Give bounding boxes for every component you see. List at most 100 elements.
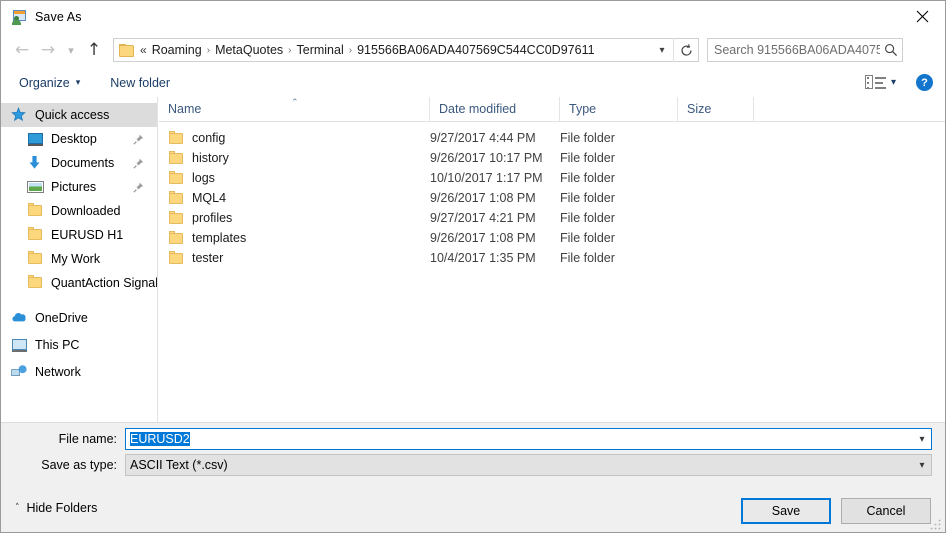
pin-icon[interactable] [133, 134, 144, 145]
folder-icon [27, 251, 44, 267]
file-list-rows: config 9/27/2017 4:44 PM File folder his… [159, 128, 945, 268]
breadcrumb-separator: › [288, 44, 292, 56]
column-header-name[interactable]: ⌃ Name [159, 97, 429, 121]
table-row[interactable]: tester 10/4/2017 1:35 PM File folder [159, 248, 945, 268]
navigation-pane: Quick access Desktop Documents Pictures … [1, 97, 158, 422]
navigation-bar: ← → ▾ ↑ « Roaming › MetaQuotes › Termina… [1, 32, 945, 68]
folder-icon [27, 227, 44, 243]
file-name-row: File name: EURUSD2 ▾ [1, 428, 945, 450]
pictures-icon [27, 179, 44, 195]
chevron-down-icon: ▾ [659, 44, 665, 56]
search-icon [880, 43, 902, 57]
save-as-dialog: Save As ← → ▾ ↑ « Roaming › MetaQuotes ›… [0, 0, 946, 533]
sidebar-item-my-work[interactable]: My Work [1, 247, 157, 271]
sidebar-item-quantaction-signal[interactable]: QuantAction Signal [1, 271, 157, 295]
column-header-type[interactable]: Type [559, 97, 677, 121]
file-name-cell: templates [159, 228, 246, 248]
folder-icon [168, 191, 184, 205]
close-button[interactable] [899, 1, 945, 32]
sidebar-item-label: EURUSD H1 [51, 228, 124, 242]
file-name-label: templates [192, 231, 247, 245]
sidebar-item-pictures[interactable]: Pictures [1, 175, 157, 199]
search-box[interactable]: Search 915566BA06ADA40756... [707, 38, 903, 62]
folder-icon [168, 251, 184, 265]
sidebar-item-downloaded[interactable]: Downloaded [1, 199, 157, 223]
sidebar-item-this-pc[interactable]: This PC [1, 333, 157, 357]
close-icon [916, 10, 928, 23]
file-date-cell: 9/27/2017 4:44 PM [430, 131, 536, 145]
breadcrumb-item-3[interactable]: 915566BA06ADA407569C544CC0D97611 [354, 43, 597, 57]
column-header-label: Name [168, 102, 202, 116]
sidebar-item-label: My Work [51, 252, 101, 266]
sidebar-item-onedrive[interactable]: OneDrive [1, 306, 157, 330]
breadcrumb-item-0[interactable]: Roaming [149, 43, 205, 57]
up-arrow-icon: ↑ [86, 39, 102, 60]
sidebar-item-label: Network [35, 365, 81, 379]
view-layout-icon[interactable] [864, 74, 887, 92]
table-row[interactable]: MQL4 9/26/2017 1:08 PM File folder [159, 188, 945, 208]
save-as-type-select[interactable]: ASCII Text (*.csv) ▾ [125, 454, 932, 476]
file-name-cell: MQL4 [159, 188, 226, 208]
column-header-label: Date modified [439, 102, 517, 116]
file-name-text: EURUSD2 [130, 432, 190, 446]
file-date-cell: 10/4/2017 1:35 PM [430, 251, 536, 265]
file-name-label: config [192, 131, 226, 145]
view-options-caret-icon[interactable]: ▾ [889, 77, 904, 88]
table-row[interactable]: templates 9/26/2017 1:08 PM File folder [159, 228, 945, 248]
this-pc-icon [11, 337, 28, 353]
sidebar-item-label: QuantAction Signal [51, 276, 158, 290]
pin-icon[interactable] [133, 182, 144, 193]
sidebar-item-quick-access[interactable]: Quick access [1, 103, 157, 127]
sidebar-item-desktop[interactable]: Desktop [1, 127, 157, 151]
refresh-button[interactable] [673, 38, 698, 62]
file-date-cell: 9/26/2017 1:08 PM [430, 191, 536, 205]
save-button[interactable]: Save [741, 498, 831, 524]
file-date-cell: 9/26/2017 10:17 PM [430, 151, 543, 165]
save-as-type-dropdown-button[interactable]: ▾ [913, 460, 931, 471]
cancel-button[interactable]: Cancel [841, 498, 931, 524]
organize-label: Organize [19, 75, 70, 90]
file-date-cell: 9/26/2017 1:08 PM [430, 231, 536, 245]
file-name-input[interactable]: EURUSD2 ▾ [125, 428, 932, 450]
command-toolbar: Organize ▾ New folder ▾ ? [1, 68, 945, 98]
file-name-label: history [192, 151, 229, 165]
sidebar-item-network[interactable]: Network [1, 360, 157, 384]
forward-button[interactable]: → [35, 37, 61, 63]
organize-button[interactable]: Organize ▾ [11, 72, 88, 94]
table-row[interactable]: history 9/26/2017 10:17 PM File folder [159, 148, 945, 168]
file-type-cell: File folder [560, 151, 615, 165]
folder-icon [168, 211, 184, 225]
address-dropdown-button[interactable]: ▾ [651, 39, 673, 61]
resize-grip[interactable] [930, 518, 942, 530]
column-header-date-modified[interactable]: Date modified [429, 97, 559, 121]
back-button[interactable]: ← [9, 37, 35, 63]
file-type-cell: File folder [560, 191, 615, 205]
table-row[interactable]: profiles 9/27/2017 4:21 PM File folder [159, 208, 945, 228]
column-header-size[interactable]: Size [677, 97, 753, 121]
breadcrumb-item-2[interactable]: Terminal [294, 43, 347, 57]
breadcrumb-overflow[interactable]: « [140, 43, 147, 57]
new-folder-button[interactable]: New folder [102, 72, 178, 94]
table-row[interactable]: config 9/27/2017 4:44 PM File folder [159, 128, 945, 148]
folder-icon [27, 275, 44, 291]
hide-folders-button[interactable]: ˄ Hide Folders [15, 501, 97, 515]
file-type-cell: File folder [560, 131, 615, 145]
table-row[interactable]: logs 10/10/2017 1:17 PM File folder [159, 168, 945, 188]
save-form: File name: EURUSD2 ▾ Save as type: ASCII… [1, 422, 945, 491]
forward-arrow-icon: → [40, 39, 56, 60]
breadcrumb-item-1[interactable]: MetaQuotes [212, 43, 286, 57]
file-name-value[interactable]: EURUSD2 [126, 432, 913, 446]
address-bar[interactable]: « Roaming › MetaQuotes › Terminal › 9155… [113, 38, 699, 62]
help-icon[interactable]: ? [916, 74, 933, 91]
save-as-type-value: ASCII Text (*.csv) [130, 458, 228, 472]
breadcrumb-separator: › [206, 44, 211, 56]
pin-icon[interactable] [133, 158, 144, 169]
sidebar-item-eurusd-h1[interactable]: EURUSD H1 [1, 223, 157, 247]
recent-locations-button[interactable]: ▾ [61, 37, 81, 63]
chevron-down-icon: ▾ [75, 77, 81, 88]
sidebar-item-label: Quick access [35, 108, 110, 122]
file-name-dropdown-button[interactable]: ▾ [913, 434, 931, 445]
sidebar-item-documents[interactable]: Documents [1, 151, 157, 175]
up-button[interactable]: ↑ [81, 37, 107, 63]
search-input[interactable]: Search 915566BA06ADA40756... [708, 43, 880, 57]
